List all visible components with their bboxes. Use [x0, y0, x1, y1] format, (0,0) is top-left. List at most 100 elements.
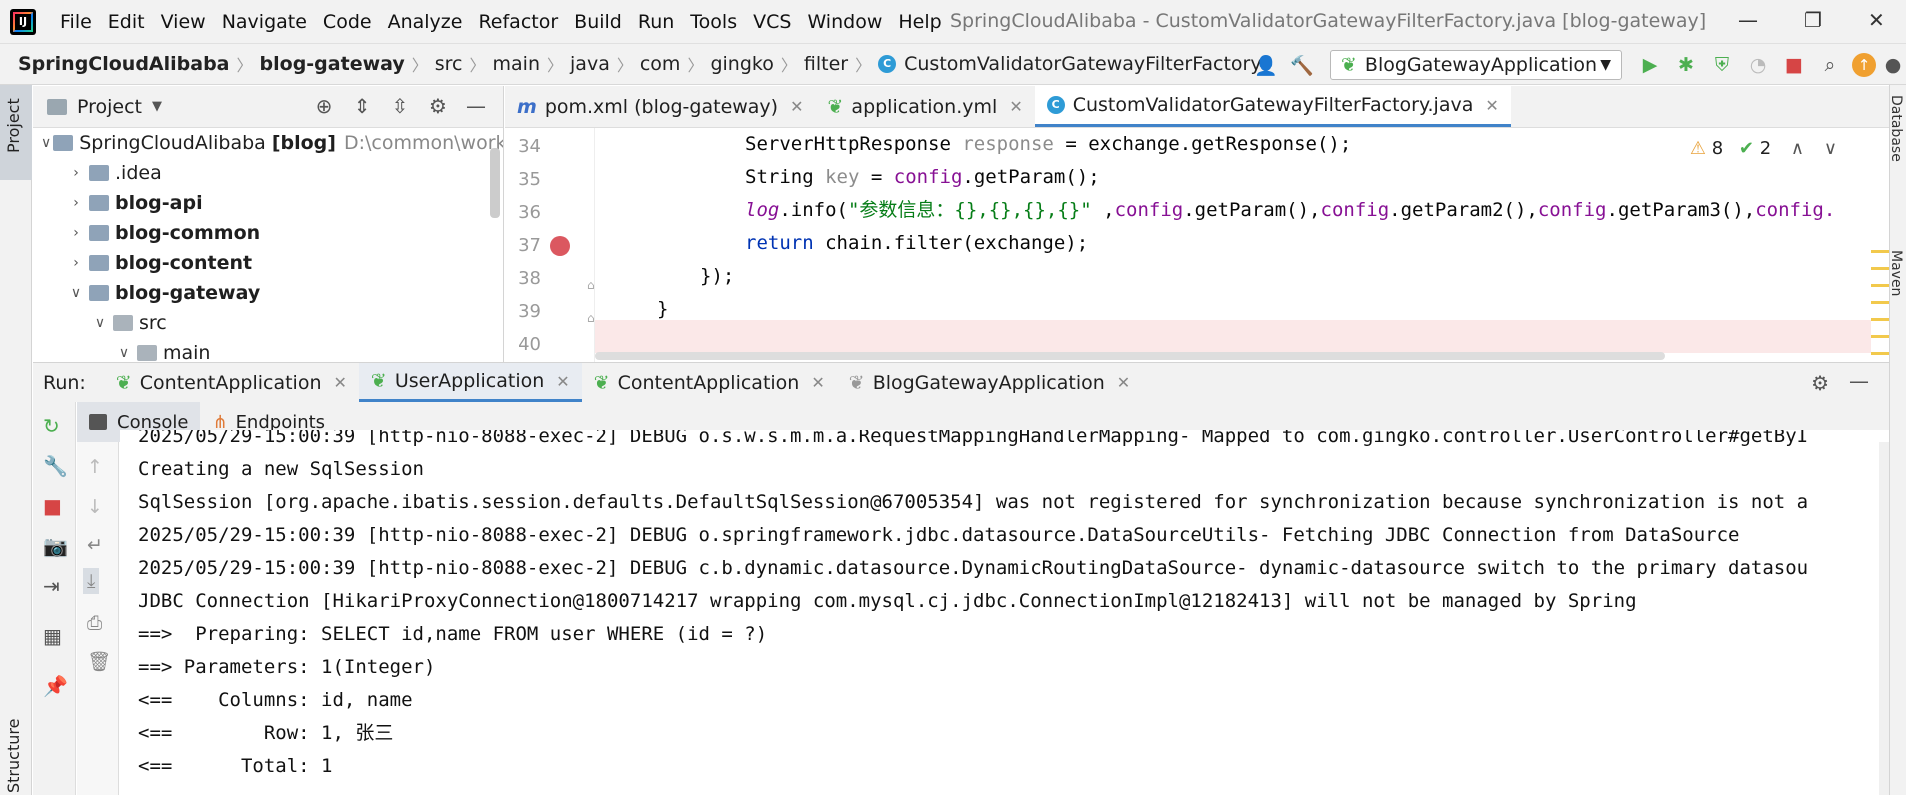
project-scrollbar[interactable]: [490, 148, 500, 218]
search-icon[interactable]: ⌕: [1816, 51, 1844, 79]
close-icon[interactable]: ✕: [1117, 373, 1130, 392]
wrench-icon[interactable]: 🔧: [43, 454, 68, 478]
chevron-down-icon[interactable]: ∨: [41, 135, 51, 151]
structure-tool-label[interactable]: Structure: [4, 719, 23, 793]
tree-node[interactable]: ∨ SpringCloudAlibaba [blog] D:\common\works: [33, 128, 503, 158]
restore-button[interactable]: ❐: [1804, 8, 1822, 32]
run-tab-blog-gateway-application[interactable]: ❦ BlogGatewayApplication ✕: [837, 363, 1142, 402]
project-tool-label[interactable]: Project: [4, 98, 23, 153]
run-tab-content-application[interactable]: ❦ ContentApplication ✕: [104, 363, 359, 402]
gear-icon[interactable]: ⚙: [1811, 371, 1829, 395]
close-window-button[interactable]: ✕: [1868, 8, 1885, 32]
chevron-right-icon[interactable]: ›: [65, 195, 87, 211]
chevron-down-icon[interactable]: ▼: [152, 99, 162, 114]
close-icon[interactable]: ✕: [334, 373, 347, 392]
menu-view[interactable]: View: [153, 11, 214, 33]
hide-icon[interactable]: —: [457, 94, 495, 118]
database-tool-label[interactable]: Database: [1888, 95, 1904, 162]
profile-icon[interactable]: ◔: [1744, 51, 1772, 79]
tree-node[interactable]: › blog-content: [33, 248, 503, 278]
menu-code[interactable]: Code: [315, 11, 380, 33]
tree-node[interactable]: ∨ blog-gateway: [33, 278, 503, 308]
menu-navigate[interactable]: Navigate: [214, 11, 315, 33]
menu-analyze[interactable]: Analyze: [380, 11, 471, 33]
menu-help[interactable]: Help: [890, 11, 949, 33]
rerun-icon[interactable]: ↻: [43, 414, 60, 438]
exit-icon[interactable]: ⇥: [43, 574, 60, 598]
chevron-right-icon[interactable]: ›: [65, 255, 87, 271]
trash-icon[interactable]: 🗑: [87, 650, 111, 673]
build-hammer-icon[interactable]: 🔨: [1288, 51, 1316, 79]
close-icon[interactable]: ✕: [811, 373, 824, 392]
tree-node[interactable]: › .idea: [33, 158, 503, 188]
tab-pom-xml[interactable]: m pom.xml (blog-gateway) ✕: [505, 86, 816, 127]
stop-icon[interactable]: ■: [1780, 51, 1808, 79]
chevron-down-icon[interactable]: ∨: [65, 285, 87, 301]
project-panel-title[interactable]: Project: [77, 96, 142, 118]
tree-node[interactable]: ∨ src: [33, 308, 503, 338]
hide-icon[interactable]: —: [1849, 369, 1869, 393]
run-icon[interactable]: ▶: [1636, 51, 1664, 79]
soft-wrap-icon[interactable]: ↵: [87, 534, 103, 556]
chevron-down-icon[interactable]: ∨: [89, 315, 111, 331]
collapse-all-icon[interactable]: ⇳: [381, 94, 419, 118]
run-tab-content-application-2[interactable]: ❦ ContentApplication ✕: [582, 363, 837, 402]
inspection-widget[interactable]: ⚠ 8 ✔ 2 ∧ ∨: [1690, 138, 1837, 159]
tree-node[interactable]: › blog-api: [33, 188, 503, 218]
user-icon[interactable]: 👤: [1252, 51, 1280, 79]
chevron-down-icon[interactable]: ∨: [1824, 138, 1837, 159]
code-area[interactable]: ServerHttpResponse response = exchange.g…: [595, 128, 1889, 362]
arrow-up-icon[interactable]: ↑: [87, 456, 103, 478]
menu-tools[interactable]: Tools: [682, 11, 745, 33]
plugin-icon[interactable]: ●: [1884, 51, 1902, 79]
tab-application-yml[interactable]: ❦ application.yml ✕: [816, 86, 1035, 127]
debug-icon[interactable]: ✱: [1672, 51, 1700, 79]
close-icon[interactable]: ✕: [556, 372, 569, 391]
chevron-right-icon[interactable]: ›: [65, 165, 87, 181]
editor-error-stripe[interactable]: [1871, 236, 1889, 356]
chevron-right-icon[interactable]: ›: [65, 225, 87, 241]
scroll-to-end-icon[interactable]: ⤓: [83, 568, 100, 594]
expand-all-icon[interactable]: ⇕: [343, 94, 381, 118]
layout-icon[interactable]: ▦: [43, 624, 62, 648]
maven-tool-label[interactable]: Maven: [1888, 250, 1904, 296]
breadcrumb-item[interactable]: blog-gateway: [260, 53, 405, 75]
breadcrumb-item[interactable]: src: [435, 53, 463, 75]
arrow-down-icon[interactable]: ↓: [87, 496, 103, 518]
run-tab-user-application[interactable]: ❦ UserApplication ✕: [358, 363, 582, 402]
breadcrumb-item[interactable]: java: [570, 53, 610, 75]
fold-icon[interactable]: ⌂: [587, 278, 595, 292]
menu-refactor[interactable]: Refactor: [470, 11, 566, 33]
minimize-button[interactable]: —: [1738, 8, 1758, 32]
chevron-down-icon[interactable]: ∨: [113, 345, 135, 361]
camera-icon[interactable]: 📷: [43, 534, 68, 558]
coverage-icon[interactable]: ⛨: [1708, 51, 1736, 79]
locate-icon[interactable]: ⊕: [305, 94, 343, 118]
menu-file[interactable]: File: [52, 11, 100, 33]
tree-node[interactable]: ∨ main: [33, 338, 503, 362]
breadcrumb-item[interactable]: gingko: [710, 53, 773, 75]
menu-edit[interactable]: Edit: [100, 11, 153, 33]
tab-custom-validator-filter[interactable]: C CustomValidatorGatewayFilterFactory.ja…: [1034, 86, 1511, 127]
gear-icon[interactable]: ⚙: [419, 94, 457, 118]
breakpoint-icon[interactable]: [550, 236, 570, 256]
tree-node[interactable]: › blog-common: [33, 218, 503, 248]
pin-icon[interactable]: 📌: [43, 674, 68, 698]
fold-icon[interactable]: ⌂: [587, 311, 595, 325]
console-scrollbar[interactable]: [1879, 442, 1889, 795]
menu-run[interactable]: Run: [630, 11, 682, 33]
console-output[interactable]: 2025/05/29-15:00:39 [http-nio-8088-exec-…: [120, 430, 1889, 795]
chevron-up-icon[interactable]: ∧: [1791, 138, 1804, 159]
menu-build[interactable]: Build: [566, 11, 630, 33]
breadcrumb-item[interactable]: SpringCloudAlibaba: [18, 53, 230, 75]
menu-vcs[interactable]: VCS: [745, 11, 799, 33]
run-configuration-select[interactable]: ❦ BlogGatewayApplication ▼: [1330, 50, 1622, 80]
stop-icon[interactable]: ■: [43, 494, 62, 518]
menu-window[interactable]: Window: [799, 11, 890, 33]
update-icon[interactable]: ↑: [1852, 53, 1876, 77]
breadcrumb-item[interactable]: CustomValidatorGatewayFilterFactory: [904, 53, 1262, 75]
breadcrumb-item[interactable]: com: [640, 53, 681, 75]
close-icon[interactable]: ✕: [1485, 96, 1498, 115]
print-icon[interactable]: ⎙: [87, 612, 102, 634]
breadcrumb-item[interactable]: filter: [804, 53, 848, 75]
